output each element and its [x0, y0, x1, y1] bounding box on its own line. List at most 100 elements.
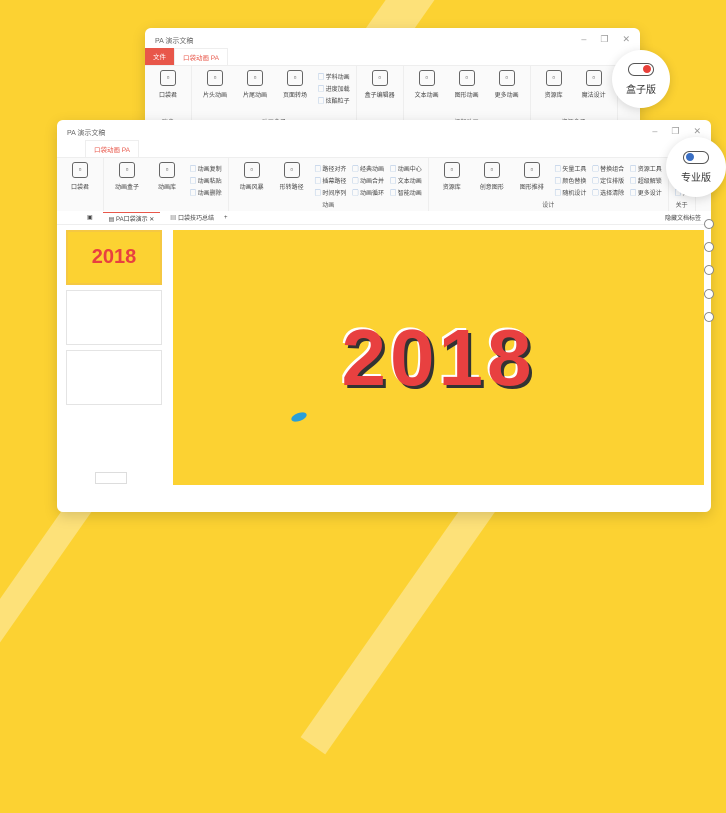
ribbon-small-button[interactable]: 资源工具 [630, 164, 662, 173]
ribbon-button[interactable]: ▫ 口袋君 [63, 162, 97, 199]
ribbon-group: ▫ 动画风暴 ▫ 形转路径 路径对齐插幕路径时间序列 经典动画动画合并动画循环 动画中心文本… [229, 158, 429, 211]
ribbon-button[interactable]: ▫ 盒子编辑器 [363, 70, 397, 116]
ribbon-group: ▫片头动画▫片尾动画▫页面转场学科动画进度加载炫酷粒子动画盒子 [192, 66, 357, 128]
save-icon[interactable]: ▣ [87, 214, 93, 221]
ribbon-group: ▫ 动画盒子 ▫ 动画库 动画复制动画粘贴动画删除 [104, 158, 229, 211]
ribbon-button[interactable]: ▫ 片头动画 [198, 70, 232, 116]
ribbon-button[interactable]: ▫ 魔法设计 [577, 70, 611, 116]
slide-canvas[interactable]: 2018 [173, 230, 704, 485]
maximize-icon[interactable]: ❐ [600, 34, 608, 45]
ribbon-button[interactable]: ▫ 文本动画 [410, 70, 444, 116]
ribbon-button-label: 资源库 [544, 93, 563, 99]
tab-file[interactable]: 文件 [145, 48, 174, 65]
ribbon-button-label: 图形动画 [454, 93, 479, 99]
slide-thumb[interactable] [66, 350, 162, 405]
close-icon[interactable]: ✕ [693, 126, 701, 137]
toggle-label: 盒子版 [626, 84, 656, 96]
tool-icon: ▫ [458, 70, 475, 86]
ribbon-button-label: 更多动画 [494, 93, 519, 99]
ribbon-group: ▫ 资源库 ▫ 创意图形 ▫ 图形推排 矢量工具颜色替换随机设计 替换组合定位排版选择清除 资源… [429, 158, 669, 211]
slide-thumb[interactable]: 2018 [66, 230, 162, 285]
toggle-label: 专业版 [681, 172, 711, 184]
tool-icon: ▫ [371, 70, 388, 86]
ribbon-small-button[interactable]: 炫酷粒子 [318, 96, 350, 105]
ribbon-small-button[interactable]: 进度加载 [318, 84, 350, 93]
ribbon-small-button[interactable]: 定位排版 [592, 176, 624, 185]
ribbon-button-label: 创意图形 [479, 185, 504, 191]
tool-icon: ▫ [283, 162, 300, 178]
ribbon-button[interactable]: ▫ 图形推排 [515, 162, 549, 199]
toggle-knob [686, 153, 694, 161]
pager-dot[interactable] [704, 242, 714, 252]
minimize-icon[interactable]: – [581, 34, 586, 45]
ribbon-small-button[interactable]: 超级解锁 [630, 176, 662, 185]
ribbon-small-button[interactable]: 矢量工具 [555, 164, 586, 173]
group-label: 动画 [322, 203, 335, 209]
pro-edition-toggle[interactable]: 专业版 [666, 137, 726, 197]
ribbon-small-button[interactable]: 选择清除 [592, 188, 624, 197]
ribbon-button[interactable]: ▫ 形转路径 [275, 162, 309, 199]
ribbon-small-button[interactable]: 动画中心 [390, 164, 422, 173]
ribbon-small-button[interactable]: 经典动画 [352, 164, 384, 173]
ribbon-small-button[interactable]: 替换组合 [592, 164, 624, 173]
ribbon-button[interactable]: ▫ 图形动画 [450, 70, 484, 116]
ribbon-group: ▫口袋君账户 [145, 66, 192, 128]
group-label: 设计 [542, 203, 555, 209]
ribbon-small-button[interactable]: 文本动画 [390, 176, 422, 185]
minimize-icon[interactable]: – [652, 126, 657, 137]
ribbon-small-button[interactable]: 随机设计 [555, 188, 586, 197]
tab-pa[interactable]: 口袋动画 PA [85, 140, 139, 157]
ribbon-group: ▫ 口袋君 [57, 158, 104, 211]
ribbon-button[interactable]: ▫ 口袋君 [151, 70, 185, 116]
pager-dot[interactable] [704, 289, 714, 299]
ribbon-button[interactable]: ▫ 片尾动画 [238, 70, 272, 116]
add-slide-button[interactable] [95, 472, 127, 484]
pager-dot[interactable] [704, 312, 714, 322]
pager-dot[interactable] [704, 265, 714, 275]
tool-icon: ▫ [243, 162, 260, 178]
close-icon[interactable]: ✕ [622, 34, 630, 45]
ribbon-small-button[interactable]: 智能动画 [390, 188, 422, 197]
tab-pa[interactable]: 口袋动画 PA [174, 48, 228, 65]
box-edition-toggle[interactable]: 盒子版 [612, 50, 670, 108]
ribbon-small-button[interactable]: 颜色替换 [555, 176, 586, 185]
ribbon-small-button[interactable]: 学科动画 [318, 72, 350, 81]
ribbon-group: ▫文本动画▫图形动画▫更多动画添加动画 [404, 66, 531, 128]
ribbon-button-label: 动画盒子 [114, 185, 139, 191]
ribbon-button-label: 图形推排 [519, 185, 544, 191]
doc-tab[interactable]: ▤ PA口袋演示 ✕ [102, 211, 161, 224]
ribbon-small-button[interactable]: 动画循环 [352, 188, 384, 197]
ribbon-button[interactable]: ▫ 页面转场 [278, 70, 312, 116]
ribbon-small-button[interactable]: 动画粘贴 [190, 176, 222, 185]
ribbon-small-button[interactable]: 插幕路径 [315, 176, 346, 185]
ribbon-small-button[interactable]: 动画删除 [190, 188, 222, 197]
hide-tabs-button[interactable]: 隐藏文档标签 [665, 213, 701, 222]
ribbon-group: ▫ 盒子编辑器 [357, 66, 404, 128]
ribbon-group: ▫资源库▫魔法设计资源盒子 [531, 66, 618, 128]
ribbon-button-label: 口袋君 [70, 185, 89, 191]
tool-icon: ▫ [545, 70, 562, 86]
ribbon-button-label: 动画库 [157, 185, 176, 191]
slide-title-2018: 2018 [341, 312, 536, 402]
back-window: PA 演示文稿 –❐✕ 文件口袋动画 PA ▫口袋君账户▫片头动画▫片尾动画▫页… [145, 28, 640, 128]
maximize-icon[interactable]: ❐ [671, 126, 679, 137]
toggle-knob [643, 65, 651, 73]
doc-tab[interactable]: ▤ 口袋技巧总结 [170, 213, 214, 222]
ribbon-button[interactable]: ▫ 动画风暴 [235, 162, 269, 199]
ribbon-small-button[interactable]: 更多设计 [630, 188, 662, 197]
ribbon-small-button[interactable]: 路径对齐 [315, 164, 346, 173]
ribbon-button-label: 片头动画 [202, 93, 227, 99]
ribbon-small-button[interactable]: 动画合并 [352, 176, 384, 185]
ribbon-small-button[interactable]: 时间序列 [315, 188, 346, 197]
ribbon-button[interactable]: ▫ 资源库 [537, 70, 571, 116]
ribbon-small-button[interactable]: 动画复制 [190, 164, 222, 173]
ribbon-button[interactable]: ▫ 创意图形 [475, 162, 509, 199]
ribbon-button[interactable]: ▫ 动画库 [150, 162, 184, 199]
tool-icon: ▫ [498, 70, 515, 86]
ribbon-button[interactable]: ▫ 动画盒子 [110, 162, 144, 199]
new-tab-button[interactable]: + [224, 215, 228, 221]
ribbon-button[interactable]: ▫ 更多动画 [490, 70, 524, 116]
pager-dot[interactable] [704, 219, 714, 229]
ribbon-button[interactable]: ▫ 资源库 [435, 162, 469, 199]
slide-thumb[interactable] [66, 290, 162, 345]
